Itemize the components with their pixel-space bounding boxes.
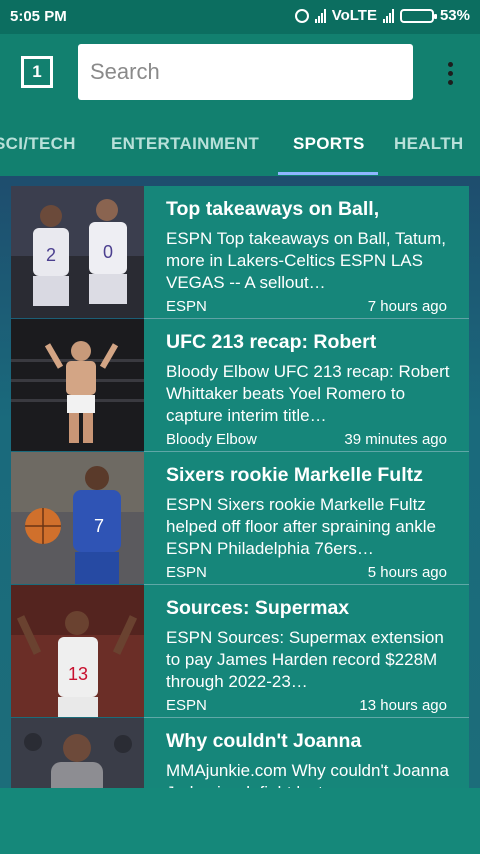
article-card[interactable]: 13 Sources: Supermax ESPN Sources: Super… xyxy=(11,585,469,718)
article-thumbnail: 7 xyxy=(11,452,144,584)
svg-text:13: 13 xyxy=(68,664,88,684)
article-snippet: ESPN Sources: Supermax extension to pay … xyxy=(166,628,444,691)
tab-entertainment[interactable]: ENTERTAINMENT xyxy=(111,134,259,154)
svg-text:2: 2 xyxy=(46,245,56,265)
article-title: Sixers rookie Markelle Fultz xyxy=(166,464,423,486)
article-thumbnail xyxy=(11,319,144,451)
article-thumbnail: 13 xyxy=(11,585,144,717)
svg-text:7: 7 xyxy=(94,516,104,536)
overflow-menu-icon[interactable] xyxy=(448,62,454,86)
article-title: Top takeaways on Ball, xyxy=(166,198,380,220)
tab-sci-tech[interactable]: SCI/TECH xyxy=(0,134,76,154)
category-tabs: SCI/TECH ENTERTAINMENT SPORTS HEALTH xyxy=(0,110,480,176)
battery-icon xyxy=(399,8,437,23)
article-source: ESPN xyxy=(166,697,207,714)
svg-text:0: 0 xyxy=(103,242,113,262)
article-list[interactable]: 2 0 Top takeaways on Ball, ESPN Top take… xyxy=(0,176,480,788)
network-type: VoLTE xyxy=(331,7,377,24)
active-tab-indicator xyxy=(278,172,378,175)
article-thumbnail: 2 0 xyxy=(11,186,144,318)
status-bar: 5:05 PM VoLTE 53% xyxy=(0,0,480,34)
signal-icon-2 xyxy=(382,8,394,23)
article-thumbnail xyxy=(11,718,144,788)
article-time: 7 hours ago xyxy=(367,298,447,315)
article-snippet: ESPN Top takeaways on Ball, Tatum, more … xyxy=(166,229,447,292)
article-card[interactable]: 2 0 Top takeaways on Ball, ESPN Top take… xyxy=(11,186,469,319)
battery-percent: 53% xyxy=(439,7,470,24)
article-title: Sources: Supermax xyxy=(166,597,350,619)
tab-sports[interactable]: SPORTS xyxy=(293,134,365,154)
article-card[interactable]: 7 Sixers rookie Markelle Fultz ESPN Sixe… xyxy=(11,452,469,585)
toolbar: 1 xyxy=(0,34,480,110)
article-time: 39 minutes ago xyxy=(344,431,447,448)
bottom-bar xyxy=(0,788,480,854)
article-title: Why couldn't Joanna xyxy=(166,730,362,752)
alarm-icon xyxy=(294,8,309,23)
status-indicators: VoLTE 53% xyxy=(294,7,470,24)
article-snippet: MMAjunkie.com Why couldn't Joanna Jedrze… xyxy=(166,761,449,788)
tab-health[interactable]: HEALTH xyxy=(394,134,463,154)
article-card[interactable]: Why couldn't Joanna MMAjunkie.com Why co… xyxy=(11,718,469,788)
article-title: UFC 213 recap: Robert xyxy=(166,331,377,353)
article-snippet: ESPN Sixers rookie Markelle Fultz helped… xyxy=(166,495,436,558)
article-source: ESPN xyxy=(166,298,207,315)
article-time: 13 hours ago xyxy=(359,697,447,714)
article-time: 5 hours ago xyxy=(367,564,447,581)
search-input[interactable] xyxy=(78,44,413,100)
status-time: 5:05 PM xyxy=(10,8,67,25)
article-snippet: Bloody Elbow UFC 213 recap: Robert Whitt… xyxy=(166,362,450,425)
article-source: ESPN xyxy=(166,564,207,581)
signal-icon xyxy=(314,8,326,23)
article-card[interactable]: UFC 213 recap: Robert Bloody Elbow UFC 2… xyxy=(11,319,469,452)
article-source: Bloody Elbow xyxy=(166,431,257,448)
tab-switcher-button[interactable]: 1 xyxy=(21,56,53,88)
